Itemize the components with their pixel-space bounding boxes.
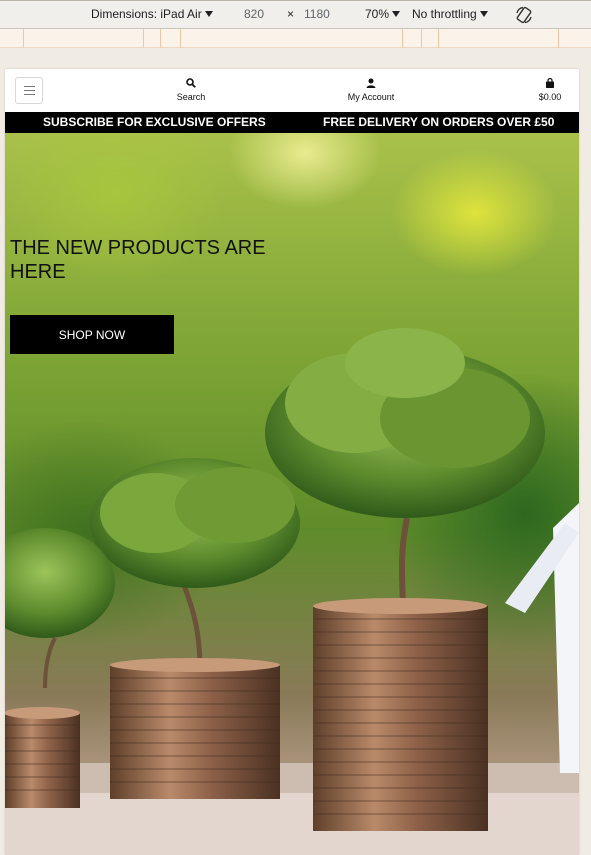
device-viewport: Search My Account $0.00 SUBSCRIBE FOR EX… [5,69,579,855]
zoom-label: 70% [365,7,390,21]
dimensions-label: Dimensions: iPad Air [91,7,202,21]
hamburger-icon-line [24,90,35,91]
search-icon [186,78,196,88]
hero-title: THE NEW PRODUCTS ARE HERE [10,237,266,283]
rotate-icon[interactable] [514,5,534,25]
shopping-bag-icon [546,78,554,88]
search-link[interactable]: Search [168,78,214,102]
caret-down-icon [479,11,488,17]
promo-banner: SUBSCRIBE FOR EXCLUSIVE OFFERS FREE DELI… [5,112,579,133]
hero-banner: THE NEW PRODUCTS ARE HERE SHOP NOW [5,133,579,855]
cart-link[interactable]: $0.00 [530,78,570,102]
width-input[interactable]: 820 [244,7,264,21]
caret-down-icon [204,11,213,17]
caret-down-icon [392,11,401,17]
search-label: Search [176,92,206,102]
promo-subscribe-text[interactable]: SUBSCRIBE FOR EXCLUSIVE OFFERS [43,115,266,129]
device-toolbar: Dimensions: iPad Air 820 × 1180 70% No t… [0,0,591,29]
height-input[interactable]: 1180 [304,7,330,21]
cart-total: $0.00 [538,92,562,102]
site-header: Search My Account $0.00 [5,69,579,112]
media-query-bar [0,29,591,48]
throttling-label: No throttling [412,7,477,21]
shop-now-button[interactable]: SHOP NOW [10,315,174,354]
promo-delivery-text[interactable]: FREE DELIVERY ON ORDERS OVER £50 [323,115,554,129]
times-separator: × [287,7,295,21]
account-label: My Account [347,92,395,102]
hamburger-icon-line [24,94,35,95]
user-icon [366,78,376,88]
menu-button[interactable] [15,77,43,104]
hamburger-icon [24,86,35,87]
account-link[interactable]: My Account [336,78,406,102]
zoom-dropdown[interactable]: 70% [365,7,401,21]
throttling-dropdown[interactable]: No throttling [412,7,488,21]
dimensions-dropdown[interactable]: Dimensions: iPad Air [91,7,213,21]
